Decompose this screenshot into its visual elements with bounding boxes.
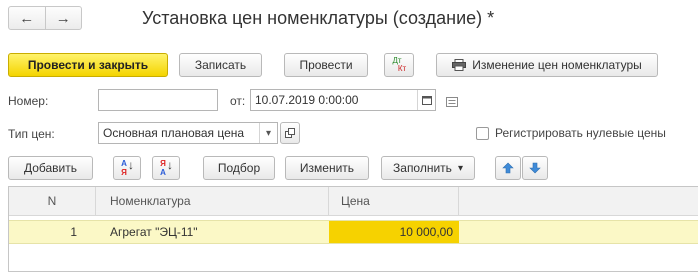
calendar-icon[interactable]: [417, 90, 435, 110]
row-number: 1: [70, 225, 77, 239]
number-label: Номер:: [8, 94, 49, 108]
chevron-down-icon: ▾: [457, 162, 463, 174]
pick-button[interactable]: Подбор: [203, 156, 275, 180]
post-and-close-button[interactable]: Провести и закрыть: [8, 53, 168, 77]
sort-asc-top: А: [121, 159, 127, 168]
register-zero-label: Регистрировать нулевые цены: [495, 126, 666, 140]
arrow-up-icon: [502, 162, 514, 174]
prices-table: N Номенклатура Цена 1 Агрегат "ЭЦ-11" 10…: [8, 186, 698, 272]
sort-asc-bottom: Я: [121, 168, 127, 177]
column-header-n[interactable]: N: [9, 187, 96, 215]
nav-buttons: ← →: [8, 6, 82, 30]
price-type-field[interactable]: Основная плановая цена ▾: [98, 122, 278, 144]
fill-button[interactable]: Заполнить ▾: [381, 156, 475, 180]
open-link-icon[interactable]: [280, 122, 300, 144]
column-header-price[interactable]: Цена: [329, 187, 459, 215]
printer-icon: [452, 59, 467, 71]
comment-icon[interactable]: [446, 96, 458, 110]
sort-descending-button[interactable]: Я А ↓: [152, 156, 180, 180]
register-zero-checkbox[interactable]: [476, 127, 489, 140]
sort-arrow-icon: ↓: [128, 158, 134, 172]
change-button[interactable]: Изменить: [285, 156, 369, 180]
arrow-down-icon: [529, 162, 541, 174]
price-type-value: Основная плановая цена: [103, 126, 245, 140]
date-field[interactable]: 10.07.2019 0:00:00: [250, 89, 436, 111]
row-item[interactable]: Агрегат "ЭЦ-11": [110, 221, 320, 243]
price-type-label: Тип цен:: [8, 127, 55, 141]
sort-desc-bottom: А: [160, 168, 166, 177]
page-title: Установка цен номенклатуры (создание) *: [142, 8, 495, 28]
date-from-label: от:: [230, 94, 246, 108]
date-value: 10.07.2019 0:00:00: [255, 93, 359, 107]
arrow-left-icon: ←: [19, 9, 35, 27]
move-up-button[interactable]: [495, 156, 521, 180]
add-row-button[interactable]: Добавить: [8, 156, 93, 180]
column-header-item[interactable]: Номенклатура: [96, 187, 329, 215]
fill-label: Заполнить: [393, 161, 452, 175]
print-price-change-button[interactable]: Изменение цен номенклатуры: [436, 53, 658, 77]
sort-ascending-button[interactable]: А Я ↓: [113, 156, 141, 180]
sort-arrow-icon: ↓: [167, 158, 173, 172]
table-row[interactable]: 1 Агрегат "ЭЦ-11" 10 000,00: [9, 220, 698, 244]
table-header: N Номенклатура Цена: [9, 187, 698, 216]
sort-desc-top: Я: [160, 159, 166, 168]
forward-button[interactable]: →: [44, 7, 82, 29]
save-button[interactable]: Записать: [179, 53, 262, 77]
dt-kt-button[interactable]: Дт Кт: [384, 53, 414, 77]
number-field[interactable]: [98, 89, 218, 111]
post-button[interactable]: Провести: [284, 53, 368, 77]
row-price[interactable]: 10 000,00: [329, 221, 459, 243]
kt-label: Кт: [397, 64, 407, 73]
chevron-down-icon[interactable]: ▾: [259, 123, 277, 143]
back-button[interactable]: ←: [9, 7, 45, 29]
move-down-button[interactable]: [522, 156, 548, 180]
arrow-right-icon: →: [55, 9, 71, 27]
print-price-change-label: Изменение цен номенклатуры: [472, 58, 642, 72]
